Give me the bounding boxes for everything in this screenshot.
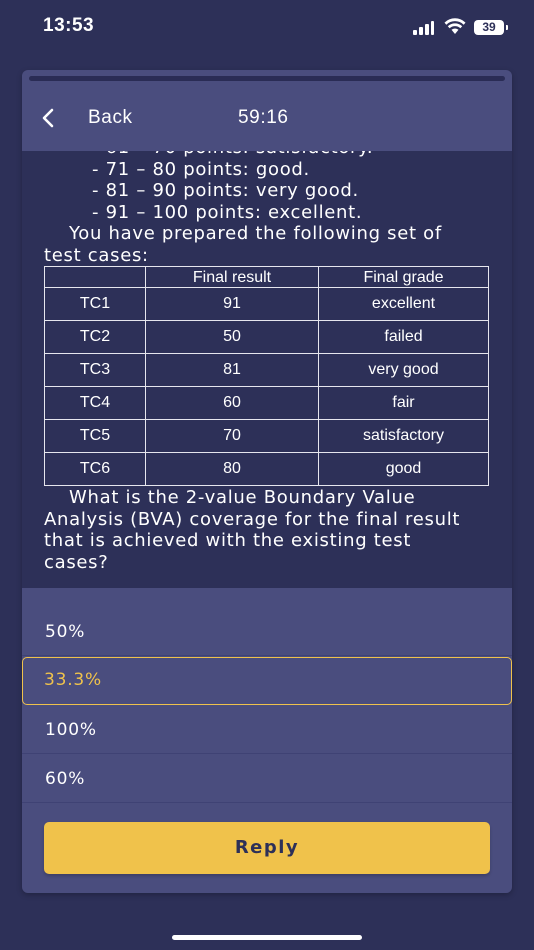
home-indicator xyxy=(172,935,362,940)
wifi-icon xyxy=(444,18,466,34)
table-cell: TC1 xyxy=(44,287,146,321)
back-button[interactable]: Back xyxy=(88,107,133,129)
question-lines-after: What is the 2-value Boundary Value Analys… xyxy=(44,487,490,573)
answer-option-selected[interactable]: 33.3% xyxy=(22,657,512,705)
table-cell: TC6 xyxy=(44,452,146,486)
answer-option[interactable]: 50% xyxy=(22,608,512,656)
table-cell: good xyxy=(318,452,489,486)
table-cell: 50 xyxy=(145,320,319,354)
question-lines-before: - 61 – 70 points: satisfactory.- 71 – 80… xyxy=(44,151,490,266)
question-text-line: cases? xyxy=(44,551,109,573)
table-row: TC3 81 very good xyxy=(44,353,489,387)
table-cell: TC3 xyxy=(44,353,146,387)
countdown-timer: 59:16 xyxy=(238,107,289,128)
table-cell: 91 xyxy=(145,287,319,321)
signal-icon xyxy=(413,21,437,35)
quiz-card: Back 59:16 - 61 – 70 points: satisfactor… xyxy=(22,70,512,893)
battery-icon: 39 xyxy=(474,20,504,35)
question-text-line: Analysis (BVA) coverage for the final re… xyxy=(44,508,461,530)
question-text-line: - 91 – 100 points: excellent. xyxy=(92,201,363,223)
question-text-line: that is achieved with the existing test xyxy=(44,530,412,551)
table-header-cell xyxy=(44,266,146,288)
table-cell: TC5 xyxy=(44,419,146,453)
chevron-left-icon[interactable] xyxy=(38,107,60,129)
question-text-line: test cases: xyxy=(44,244,149,266)
table-row: TC5 70 satisfactory xyxy=(44,419,489,453)
status-bar: 13:53 39 xyxy=(0,0,534,56)
answer-option[interactable]: 100% xyxy=(22,706,512,754)
table-row: TC2 50 failed xyxy=(44,320,489,354)
question-content: - 61 – 70 points: satisfactory.- 71 – 80… xyxy=(44,151,490,573)
test-cases-table: Final result Final grade TC1 91 excellent T… xyxy=(44,266,489,486)
table-cell: 81 xyxy=(145,353,319,387)
table-cell: satisfactory xyxy=(318,419,489,453)
timer-progress-bar xyxy=(29,76,505,81)
question-text-line: - 71 – 80 points: good. xyxy=(92,158,310,180)
question-text-line: What is the 2-value Boundary Value xyxy=(69,487,416,508)
table-cell: excellent xyxy=(318,287,489,321)
table-cell: fair xyxy=(318,386,489,420)
question-text-line: - 81 – 90 points: very good. xyxy=(92,180,359,201)
battery-tip xyxy=(506,25,508,30)
status-time: 13:53 xyxy=(43,15,95,36)
table-cell: failed xyxy=(318,320,489,354)
table-row: TC6 80 good xyxy=(44,452,489,486)
table-cell: 80 xyxy=(145,452,319,486)
table-row: TC1 91 excellent xyxy=(44,287,489,321)
table-cell: TC2 xyxy=(44,320,146,354)
table-header-row: Final result Final grade xyxy=(44,266,489,288)
question-text-line: - 61 – 70 points: satisfactory. xyxy=(44,151,490,159)
nav-bar: Back 59:16 xyxy=(22,85,512,151)
table-cell: 60 xyxy=(145,386,319,420)
table-cell: very good xyxy=(318,353,489,387)
answer-option[interactable]: 60% xyxy=(22,755,512,803)
table-cell: 70 xyxy=(145,419,319,453)
table-header-cell: Final result xyxy=(145,266,319,288)
table-cell: TC4 xyxy=(44,386,146,420)
question-scroll-area[interactable]: - 61 – 70 points: satisfactory.- 71 – 80… xyxy=(22,151,512,588)
table-row: TC4 60 fair xyxy=(44,386,489,420)
reply-button[interactable]: Reply xyxy=(44,822,490,874)
table-header-cell: Final grade xyxy=(318,266,489,288)
question-text-line: You have prepared the following set of xyxy=(69,223,442,244)
